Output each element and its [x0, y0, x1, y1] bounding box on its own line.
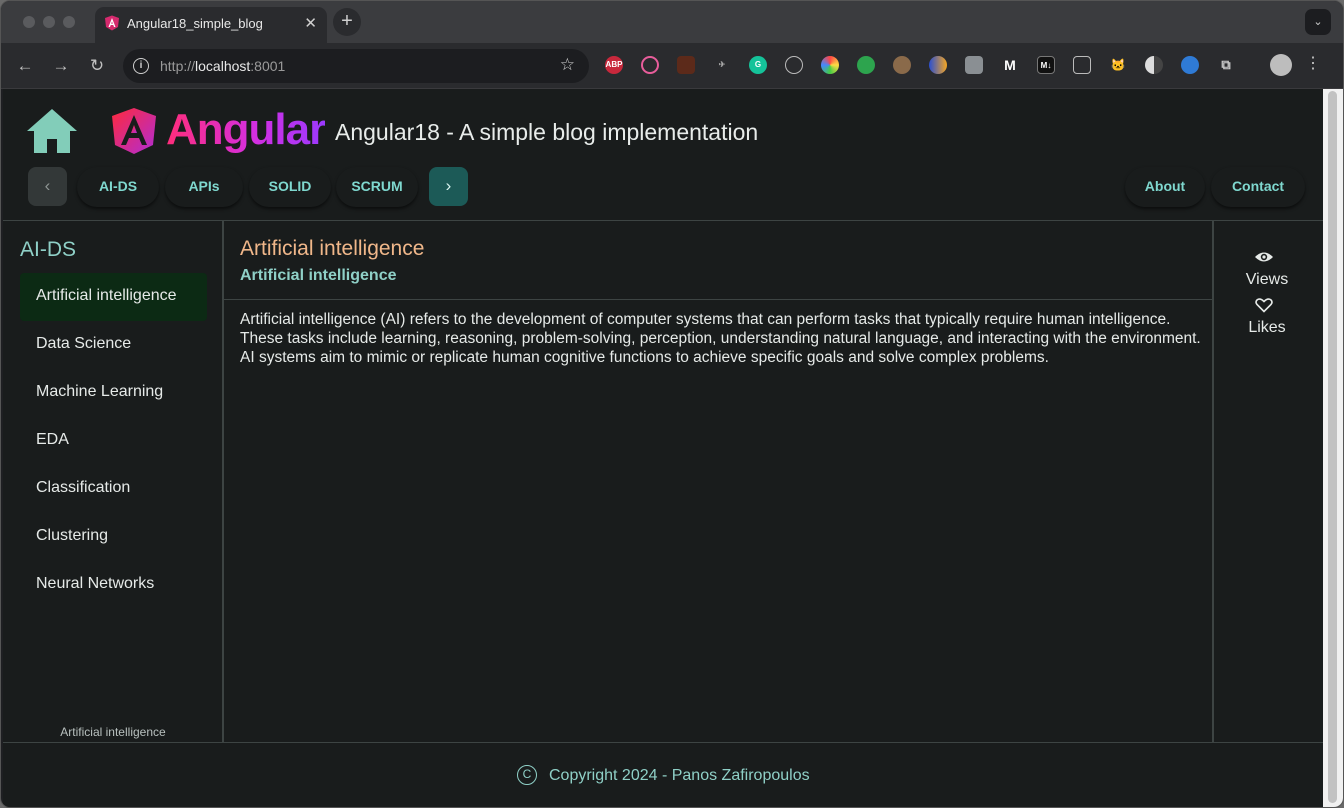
sidebar-item-machine-learning[interactable]: Machine Learning [20, 369, 207, 417]
address-bar[interactable]: i http://localhost:8001 ☆ [123, 49, 589, 83]
nav-link-contact[interactable]: Contact [1211, 167, 1305, 207]
article-title: Artificial intelligence [240, 237, 425, 260]
maximize-window-button[interactable] [63, 16, 75, 28]
sidebar-item-artificial-intelligence[interactable]: Artificial intelligence [20, 273, 207, 321]
swift-icon[interactable]: ✈ [713, 56, 731, 74]
sidebar-item-neural-networks[interactable]: Neural Networks [20, 561, 207, 609]
new-tab-button[interactable]: + [333, 8, 361, 36]
tab-strip: Angular18_simple_blog ✕ + ⌄ [1, 1, 1343, 43]
window-icon[interactable] [1073, 56, 1091, 74]
sidebar-item-clustering[interactable]: Clustering [20, 513, 207, 561]
abp-icon[interactable]: ABP [605, 56, 623, 74]
sidebar-title: AI-DS [20, 238, 77, 261]
reload-icon[interactable]: ↻ [86, 55, 108, 77]
profile-avatar[interactable] [1270, 54, 1292, 76]
tab-title: Angular18_simple_blog [127, 16, 263, 31]
nav-link-about[interactable]: About [1125, 167, 1205, 207]
browser-tab[interactable]: Angular18_simple_blog ✕ [95, 7, 327, 43]
bookmark-star-icon[interactable]: ☆ [560, 55, 575, 75]
article-header-divider [224, 299, 1212, 300]
markdown-icon[interactable]: M↓ [1037, 56, 1055, 74]
sidebar-item-eda[interactable]: EDA [20, 417, 207, 465]
nav-next-button[interactable]: › [429, 167, 468, 206]
angular-wordmark: Angular [166, 105, 326, 154]
globe-icon[interactable] [785, 56, 803, 74]
colorzilla-icon[interactable] [821, 56, 839, 74]
likes-label: Likes [1248, 319, 1286, 336]
image-icon[interactable] [965, 56, 983, 74]
page-scrollbar[interactable] [1323, 89, 1343, 807]
footer-copyright: C Copyright 2024 - Panos Zafiropoulos [517, 765, 810, 785]
moon-icon[interactable] [929, 56, 947, 74]
nav-prev-button[interactable]: ‹ [28, 167, 67, 206]
sidebar-item-data-science[interactable]: Data Science [20, 321, 207, 369]
cat-icon[interactable]: 🐱 [1109, 56, 1127, 74]
puzzle-icon[interactable]: ⧉ [1217, 56, 1235, 74]
page-content: Angular Angular18 - A simple blog implem… [3, 89, 1323, 807]
browser-toolbar: ← → ↻ i http://localhost:8001 ☆ ABP ✈ G … [1, 43, 1343, 89]
scrollbar-thumb[interactable] [1328, 91, 1337, 803]
footer-text: Copyright 2024 - Panos Zafiropoulos [549, 767, 810, 784]
angular-logo-icon[interactable] [111, 107, 157, 155]
browser-menu-icon[interactable]: ⋮ [1305, 53, 1321, 73]
stats-divider [1212, 220, 1214, 742]
close-window-button[interactable] [23, 16, 35, 28]
github-icon[interactable] [857, 56, 875, 74]
heart-icon[interactable] [1254, 297, 1274, 313]
owl-icon[interactable] [893, 56, 911, 74]
views-label: Views [1245, 271, 1289, 288]
notes-icon[interactable] [677, 56, 695, 74]
half-circle-icon[interactable] [1145, 56, 1163, 74]
footer-divider [3, 742, 1323, 743]
home-icon[interactable] [25, 107, 79, 155]
forward-arrow-icon[interactable]: → [50, 55, 72, 77]
color-ring-icon[interactable] [641, 56, 659, 74]
angular-favicon-icon [105, 15, 119, 31]
sidebar-item-classification[interactable]: Classification [20, 465, 207, 513]
back-arrow-icon[interactable]: ← [14, 55, 36, 77]
nav-link-apis[interactable]: APIs [165, 167, 243, 207]
browser-window: Angular18_simple_blog ✕ + ⌄ ← → ↻ i http… [0, 0, 1344, 808]
tab-search-button[interactable]: ⌄ [1305, 9, 1331, 35]
nav-link-scrum[interactable]: SCRUM [336, 167, 418, 207]
header-divider [3, 220, 1323, 221]
minimize-window-button[interactable] [43, 16, 55, 28]
copyright-icon: C [517, 765, 537, 785]
site-title: Angular18 - A simple blog implementation [335, 119, 759, 145]
shield-icon[interactable] [1181, 56, 1199, 74]
article-body: Artificial intelligence (AI) refers to t… [240, 311, 1201, 366]
grammarly-icon[interactable]: G [749, 56, 767, 74]
eye-icon[interactable] [1254, 249, 1274, 265]
article-subtitle: Artificial intelligence [240, 267, 397, 284]
sidebar-footer: Artificial intelligence [60, 725, 166, 739]
tab-close-icon[interactable]: ✕ [304, 14, 317, 32]
site-info-icon[interactable]: i [133, 58, 149, 74]
nav-link-solid[interactable]: SOLID [249, 167, 331, 207]
nav-link-ai-ds[interactable]: AI-DS [77, 167, 159, 207]
url-text[interactable]: http://localhost:8001 [160, 58, 285, 74]
medium-icon[interactable]: M [1001, 56, 1019, 74]
